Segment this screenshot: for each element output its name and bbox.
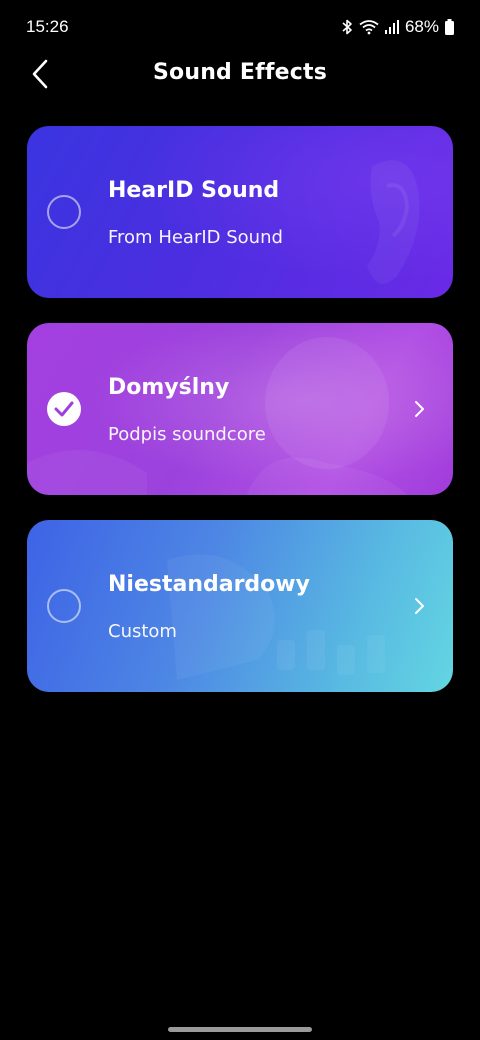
radio-unselected[interactable] [47,589,81,623]
status-time: 15:26 [26,17,69,36]
mixer-illustration [167,554,385,680]
card-title: Domyślny [108,375,230,400]
battery-percent: 68% [404,17,439,36]
chevron-right-icon [415,598,424,614]
radio-selected[interactable] [47,392,81,426]
sound-option-hearid[interactable]: HearID Sound From HearID Sound [27,126,453,298]
card-subtitle: Custom [108,621,177,642]
battery-icon [445,19,454,35]
card-title: HearID Sound [108,178,280,203]
ear-illustration [27,126,453,298]
page-title: Sound Effects [152,60,328,85]
radio-unselected[interactable] [47,195,81,229]
header: Sound Effects [0,52,480,98]
card-title: Niestandardowy [108,572,310,597]
checkmark-icon [54,401,74,417]
status-icons: 68% [341,17,454,37]
status-bar: 15:26 68% [0,0,480,56]
signal-icon [384,19,399,35]
sound-option-default[interactable]: Domyślny Podpis soundcore [27,323,453,495]
person-illustration [27,323,453,495]
chevron-right-icon [415,401,424,417]
card-subtitle: Podpis soundcore [108,424,266,445]
card-subtitle: From HearID Sound [108,227,283,248]
home-indicator[interactable] [168,1027,312,1032]
wifi-icon [359,19,379,35]
sound-option-custom[interactable]: Niestandardowy Custom [27,520,453,692]
bluetooth-icon [341,19,353,35]
